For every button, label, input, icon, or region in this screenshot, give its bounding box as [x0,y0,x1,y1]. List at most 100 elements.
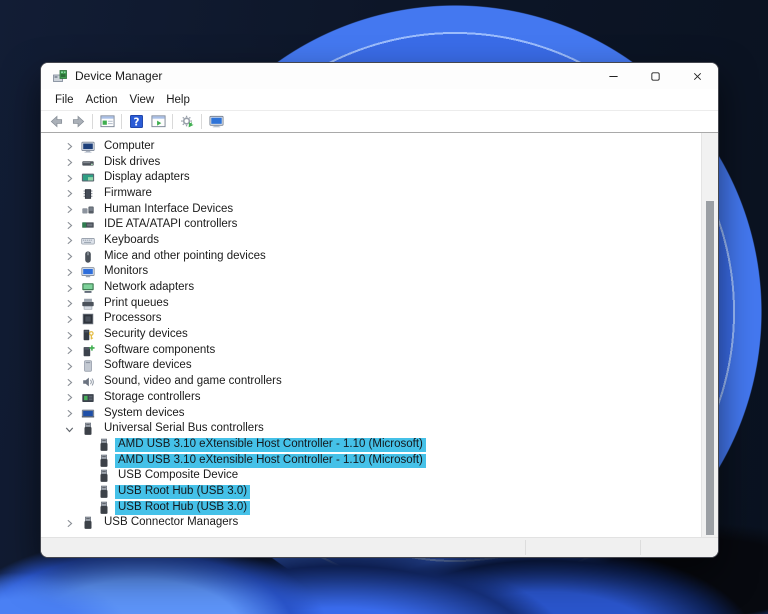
tree-item[interactable]: Print queues [41,296,701,312]
arrow-left-icon [49,114,64,129]
tree-item-label: Universal Serial Bus controllers [104,422,264,435]
vertical-scrollbar[interactable] [701,133,718,537]
menu-item-view[interactable]: View [124,92,161,108]
tree-item[interactable]: Disk drives [41,155,701,171]
chevron-right-icon[interactable] [63,329,76,342]
chevron-right-icon[interactable] [63,203,76,216]
tree-item[interactable]: Human Interface Devices [41,202,701,218]
chevron-right-icon[interactable] [63,313,76,326]
software-device-icon [81,359,95,373]
tree-item[interactable]: Network adapters [41,280,701,296]
tree-item[interactable]: Universal Serial Bus controllers [41,421,701,437]
chevron-right-icon[interactable] [63,250,76,263]
usb-icon [97,438,111,452]
close-icon [692,71,703,82]
statusbar-divider [640,540,641,555]
chevron-right-icon[interactable] [63,407,76,420]
menu-item-help[interactable]: Help [160,92,196,108]
chevron-right-icon[interactable] [63,344,76,357]
tree-item[interactable]: Processors [41,312,701,328]
tree-item[interactable]: AMD USB 3.10 eXtensible Host Controller … [41,453,701,469]
help-button[interactable]: ? [125,112,147,131]
minimize-button[interactable] [592,63,634,89]
tree-item[interactable]: Mice and other pointing devices [41,249,701,265]
software-component-icon [81,344,95,358]
device-manager-window: Device Manager File Action View Help ? Comp… [40,62,719,558]
back-button[interactable] [45,112,67,131]
tree-item[interactable]: USB Connector Managers [41,516,701,532]
tree-item[interactable]: Software devices [41,359,701,375]
properties-window-icon [150,114,166,129]
chevron-right-icon[interactable] [63,376,76,389]
chevron-right-icon[interactable] [63,172,76,185]
tree-item[interactable]: USB Composite Device [41,468,701,484]
tree-item[interactable]: Storage controllers [41,390,701,406]
chevron-right-icon[interactable] [63,156,76,169]
tree-item-label: Firmware [104,186,152,199]
tree-item[interactable]: Computer [41,139,701,155]
chevron-right-icon[interactable] [63,360,76,373]
toolbar-separator [201,114,202,129]
chevron-right-icon[interactable] [63,234,76,247]
scrollbar-thumb[interactable] [706,201,714,535]
close-button[interactable] [676,63,718,89]
status-bar [41,537,718,557]
forward-button[interactable] [67,112,89,131]
network-adapter-icon [81,281,95,295]
properties-button[interactable] [147,112,169,131]
tree-item-label: Monitors [104,265,149,278]
tree-item-label: USB Root Hub (USB 3.0) [115,484,251,499]
device-tree: Computer Disk drives Display adapters Firmw… [41,133,718,537]
usb-icon [97,501,111,515]
arrow-right-icon [71,114,86,129]
chevron-right-icon[interactable] [63,219,76,232]
usb-icon [81,516,95,530]
svg-text:?: ? [133,116,139,128]
chevron-right-icon[interactable] [63,391,76,404]
menu-item-action[interactable]: Action [80,92,124,108]
computer-icon [81,140,95,154]
toolbar-separator [172,114,173,129]
chevron-right-icon[interactable] [63,282,76,295]
tree-item[interactable]: Keyboards [41,233,701,249]
security-device-icon [81,328,95,342]
toolbar-separator [92,114,93,129]
device-manager-app-icon [52,68,68,84]
titlebar[interactable]: Device Manager [41,63,718,89]
tree-item[interactable]: Software components [41,343,701,359]
chevron-right-icon[interactable] [63,140,76,153]
chevron-down-icon[interactable] [63,423,76,436]
display-adapter-icon [81,171,95,185]
tree-item[interactable]: Firmware [41,186,701,202]
tree-item-label: Sound, video and game controllers [104,375,282,388]
tree-rows: Computer Disk drives Display adapters Firmw… [41,139,701,531]
show-console-tree-button[interactable] [96,112,118,131]
scan-for-hardware-changes-button[interactable] [176,112,198,131]
chevron-right-icon[interactable] [63,517,76,530]
tree-item[interactable]: USB Root Hub (USB 3.0) [41,500,701,516]
tree-item[interactable]: Sound, video and game controllers [41,374,701,390]
tree-item[interactable]: Display adapters [41,170,701,186]
chevron-right-icon[interactable] [63,297,76,310]
usb-icon [97,485,111,499]
maximize-button[interactable] [634,63,676,89]
tree-item-label: Software components [104,343,216,356]
chevron-right-icon[interactable] [63,266,76,279]
hid-icon [81,203,95,217]
disk-drive-icon [81,156,95,170]
menu-item-file[interactable]: File [49,92,80,108]
tree-item-label: USB Connector Managers [104,516,239,529]
tree-item[interactable]: Security devices [41,327,701,343]
tree-item[interactable]: Monitors [41,265,701,281]
tree-item-label: Computer [104,139,155,152]
devices-view-button[interactable] [205,112,227,131]
tree-item[interactable]: System devices [41,406,701,422]
tree-item-label: Human Interface Devices [104,202,234,215]
tree-item[interactable]: AMD USB 3.10 eXtensible Host Controller … [41,437,701,453]
tree-item-label: System devices [104,406,185,419]
chevron-right-icon[interactable] [63,187,76,200]
tree-item-label: AMD USB 3.10 eXtensible Host Controller … [115,453,426,468]
tree-item[interactable]: IDE ATA/ATAPI controllers [41,217,701,233]
tree-item[interactable]: USB Root Hub (USB 3.0) [41,484,701,500]
desktop: Device Manager File Action View Help ? Comp… [0,0,768,614]
